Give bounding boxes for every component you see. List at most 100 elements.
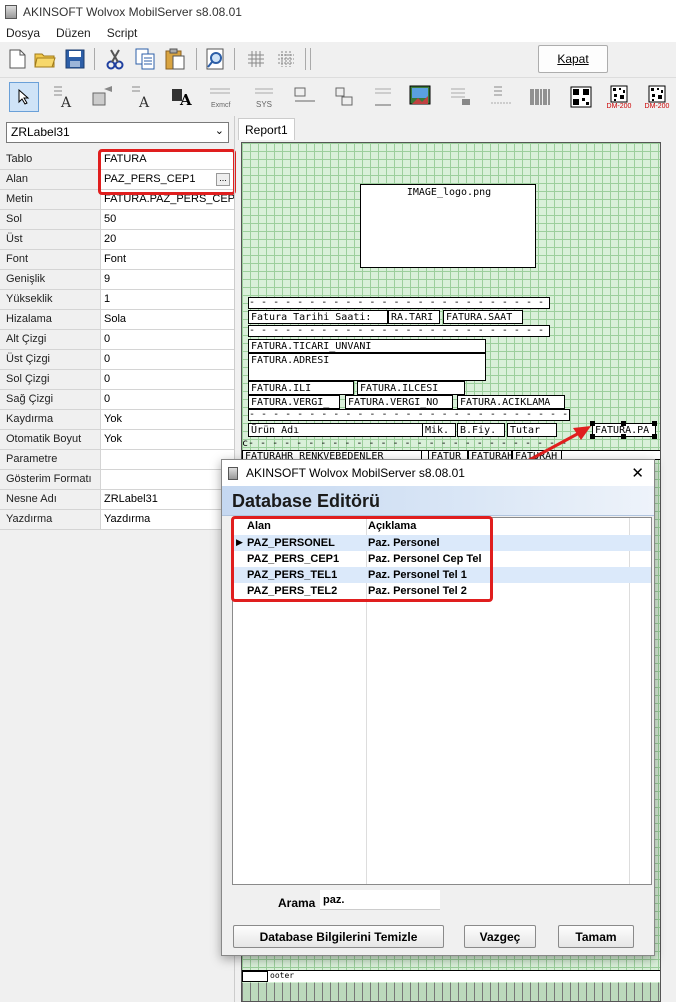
property-value[interactable]: Yok <box>101 430 234 449</box>
grid-icon[interactable] <box>243 46 269 72</box>
property-value[interactable]: Yazdırma <box>101 510 234 529</box>
property-value[interactable]: 0 <box>101 370 234 389</box>
property-value[interactable]: 9 <box>101 270 234 289</box>
image-tool-icon[interactable] <box>406 82 436 112</box>
tax-number-field[interactable]: FATURA.VERGI_NO <box>345 395 453 409</box>
quantity-label[interactable]: Mik. <box>422 423 456 437</box>
footer-band[interactable]: ooter <box>242 970 660 982</box>
label-tool-icon[interactable]: A <box>48 82 78 112</box>
qrcode-tool-icon[interactable] <box>566 82 596 112</box>
sysdata-tool-icon[interactable]: SYS <box>250 82 280 112</box>
menu-duzen[interactable]: Düzen <box>56 26 91 40</box>
pointer-icon[interactable] <box>9 82 39 112</box>
footer-box[interactable] <box>242 971 268 982</box>
property-value[interactable]: 20 <box>101 230 234 249</box>
property-row[interactable]: Kaydırma Yok <box>0 410 234 430</box>
property-value-text: ZRLabel31 <box>104 493 158 505</box>
paste-icon[interactable] <box>162 46 188 72</box>
property-row[interactable]: Alt Çizgi 0 <box>0 330 234 350</box>
clear-database-button[interactable]: Database Bilgilerini Temizle <box>233 925 444 948</box>
main-toolbar: Kapat <box>0 42 676 78</box>
property-value[interactable]: 0 <box>101 330 234 349</box>
resize-handle[interactable] <box>621 434 626 439</box>
group-tool-icon[interactable] <box>330 82 360 112</box>
logo-image-field[interactable]: IMAGE_logo.png <box>360 184 536 268</box>
expression-tool-icon[interactable]: Exmcf <box>206 82 236 112</box>
city-field[interactable]: FATURA.ILI <box>248 381 354 395</box>
unit-price-label[interactable]: B.Fiy. <box>457 423 505 437</box>
ok-button[interactable]: Tamam <box>558 925 634 948</box>
invoice-time-field[interactable]: FATURA.SAAT <box>443 310 523 324</box>
property-row[interactable]: Yükseklik 1 <box>0 290 234 310</box>
memo-tool-icon[interactable] <box>486 82 516 112</box>
property-row[interactable]: Parametre <box>0 450 234 470</box>
datamatrix-tool-icon[interactable]: DM-200 <box>604 82 634 112</box>
property-name: Üst Çizgi <box>0 350 101 369</box>
property-value[interactable]: Yok <box>101 410 234 429</box>
toolbar-separator <box>305 48 306 70</box>
property-row[interactable]: Sol 50 <box>0 210 234 230</box>
property-row[interactable]: Hizalama Sola <box>0 310 234 330</box>
property-row[interactable]: Nesne Adı ZRLabel31 <box>0 490 234 510</box>
preview-icon[interactable] <box>203 46 229 72</box>
close-button[interactable]: Kapat <box>538 45 608 73</box>
resize-handle[interactable] <box>621 421 626 426</box>
property-row[interactable]: Sol Çizgi 0 <box>0 370 234 390</box>
property-row[interactable]: Sağ Çizgi 0 <box>0 390 234 410</box>
sys-label: SYS <box>256 100 272 109</box>
component-select[interactable]: ZRLabel31 ⌄ <box>6 122 229 143</box>
property-value[interactable]: 1 <box>101 290 234 309</box>
dbtext-tool-icon[interactable] <box>88 82 118 112</box>
cancel-button[interactable]: Vazgeç <box>464 925 536 948</box>
new-file-icon[interactable] <box>4 46 30 72</box>
property-value[interactable]: Sola <box>101 310 234 329</box>
menu-script[interactable]: Script <box>107 26 138 40</box>
district-field[interactable]: FATURA.ILCESI <box>357 381 465 395</box>
barcode-tool-icon[interactable] <box>526 82 556 112</box>
snap-grid-icon[interactable] <box>273 46 299 72</box>
invoice-date-label[interactable]: Fatura Tarihi Saati: <box>248 310 388 324</box>
resize-handle[interactable] <box>652 434 657 439</box>
text-tool-icon[interactable]: A <box>128 82 158 112</box>
search-input[interactable] <box>320 890 440 910</box>
property-row[interactable]: Font Font <box>0 250 234 270</box>
property-value[interactable]: Font <box>101 250 234 269</box>
open-folder-icon[interactable] <box>32 46 58 72</box>
trade-name-field[interactable]: FATURA.TICARI_UNVANI <box>248 339 486 353</box>
report-tabs: Report1 <box>236 118 676 140</box>
property-row[interactable]: Üst 20 <box>0 230 234 250</box>
save-icon[interactable] <box>62 46 88 72</box>
property-value[interactable]: 0 <box>101 390 234 409</box>
product-name-label[interactable]: Ürün Adı <box>248 423 424 437</box>
property-value[interactable]: ZRLabel31 <box>101 490 234 509</box>
property-row[interactable]: Gösterim Formatı <box>0 470 234 490</box>
shape-tool-icon[interactable] <box>290 82 320 112</box>
datamatrix2-tool-icon[interactable]: DM-200 <box>642 82 672 112</box>
property-name: Sağ Çizgi <box>0 390 101 409</box>
property-value[interactable] <box>101 450 234 469</box>
dbimage-tool-icon[interactable] <box>446 82 476 112</box>
richtext-tool-icon[interactable]: A <box>168 82 198 112</box>
tab-report1[interactable]: Report1 <box>238 118 295 140</box>
tax-office-field[interactable]: FATURA.VERGI_ <box>248 395 340 409</box>
property-row[interactable]: Üst Çizgi 0 <box>0 350 234 370</box>
description-field[interactable]: FATURA.ACIKLAMA <box>457 395 565 409</box>
close-icon[interactable]: ✕ <box>631 464 644 482</box>
property-value[interactable] <box>101 470 234 489</box>
resize-handle[interactable] <box>652 421 657 426</box>
menu-dosya[interactable]: Dosya <box>6 26 40 40</box>
invoice-date-field[interactable]: RA.TARI <box>388 310 440 324</box>
address-field[interactable]: FATURA.ADRESI <box>248 353 486 381</box>
separator-line[interactable]: - - - - - - - - - - - - - - - - - - - - … <box>248 297 550 309</box>
search-label: Arama <box>278 896 316 910</box>
property-value[interactable]: 50 <box>101 210 234 229</box>
separator-line[interactable]: - - - - - - - - - - - - - - - - - - - - … <box>248 325 550 337</box>
cut-icon[interactable] <box>102 46 128 72</box>
property-row[interactable]: Genişlik 9 <box>0 270 234 290</box>
copy-icon[interactable] <box>132 46 158 72</box>
property-name: Otomatik Boyut <box>0 430 101 449</box>
chart-tool-icon[interactable] <box>370 82 400 112</box>
property-row[interactable]: Otomatik Boyut Yok <box>0 430 234 450</box>
property-row[interactable]: Yazdırma Yazdırma <box>0 510 234 530</box>
property-value[interactable]: 0 <box>101 350 234 369</box>
